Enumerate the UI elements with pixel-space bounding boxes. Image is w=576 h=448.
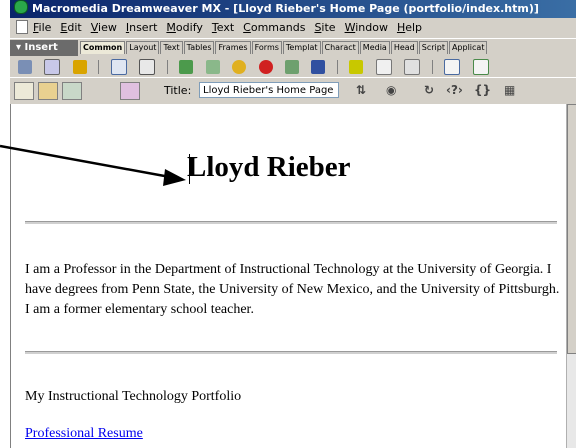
annotation-arrow: [0, 144, 186, 186]
